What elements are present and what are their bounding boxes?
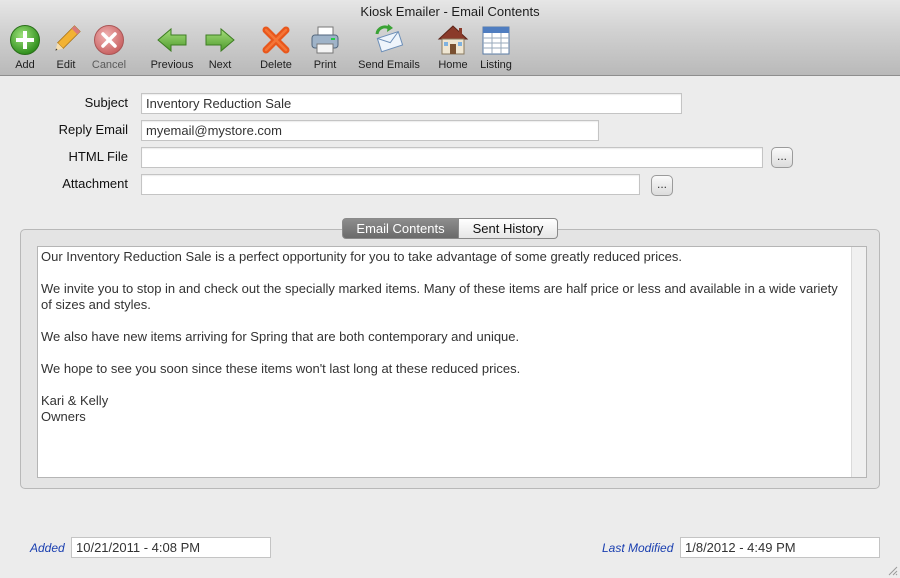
email-paragraph: We hope to see you soon since these item…	[41, 361, 521, 376]
reply-email-field[interactable]	[141, 120, 599, 141]
attachment-field[interactable]	[141, 174, 640, 195]
cancel-button-label: Cancel	[91, 59, 127, 71]
home-icon	[437, 25, 469, 55]
attachment-label: Attachment	[62, 176, 128, 191]
email-body-scrollbar[interactable]	[851, 247, 866, 477]
edit-button-label: Edit	[56, 59, 76, 71]
tab-sent-history[interactable]: Sent History	[459, 218, 558, 239]
email-signature-line: Kari & Kelly	[41, 393, 109, 408]
email-paragraph: We also have new items arriving for Spri…	[41, 329, 520, 344]
subject-label: Subject	[84, 95, 128, 110]
tab-bar: Email Contents Sent History	[342, 218, 558, 239]
listing-icon	[482, 26, 510, 55]
added-label: Added	[30, 541, 65, 555]
tab-email-contents[interactable]: Email Contents	[342, 218, 459, 239]
email-body-editor[interactable]: Our Inventory Reduction Sale is a perfec…	[37, 246, 867, 478]
subject-field[interactable]	[141, 93, 682, 114]
print-icon	[311, 26, 339, 54]
delete-button-label: Delete	[260, 59, 292, 71]
window-title: Kiosk Emailer - Email Contents	[360, 4, 540, 19]
home-button[interactable]: Home	[434, 24, 472, 74]
cancel-icon	[94, 25, 124, 55]
cancel-button[interactable]: Cancel	[88, 24, 130, 74]
edit-button[interactable]: Edit	[46, 24, 86, 74]
home-button-label: Home	[438, 59, 468, 71]
email-paragraph: Our Inventory Reduction Sale is a perfec…	[41, 249, 682, 264]
add-button-label: Add	[15, 59, 35, 71]
resize-grip-icon[interactable]	[886, 564, 898, 576]
send-emails-icon	[375, 24, 404, 53]
email-signature-line: Owners	[41, 409, 86, 424]
email-paragraph: We invite you to stop in and check out t…	[41, 281, 838, 312]
send-emails-button[interactable]: Send Emails	[354, 24, 424, 74]
listing-button-label: Listing	[480, 59, 512, 71]
print-button[interactable]: Print	[306, 24, 344, 74]
listing-button[interactable]: Listing	[476, 24, 516, 74]
window-titlebar: Kiosk Emailer - Email Contents Add Edit	[0, 0, 900, 76]
edit-icon	[55, 25, 81, 51]
html-file-field[interactable]	[141, 147, 763, 168]
next-button[interactable]: Next	[200, 24, 240, 74]
previous-button-label: Previous	[150, 59, 194, 71]
delete-button[interactable]: Delete	[255, 24, 297, 74]
reply-email-label: Reply Email	[58, 122, 128, 137]
last-modified-label: Last Modified	[602, 541, 674, 555]
next-button-label: Next	[208, 59, 232, 71]
previous-icon	[157, 27, 187, 53]
html-file-browse-button[interactable]: ...	[771, 147, 793, 168]
html-file-label: HTML File	[68, 149, 128, 164]
last-modified-value: 1/8/2012 - 4:49 PM	[680, 537, 880, 558]
email-body-text[interactable]: Our Inventory Reduction Sale is a perfec…	[41, 249, 849, 425]
next-icon	[205, 27, 235, 53]
attachment-browse-button[interactable]: ...	[651, 175, 673, 196]
added-value: 10/21/2011 - 4:08 PM	[71, 537, 271, 558]
previous-button[interactable]: Previous	[149, 24, 195, 74]
print-button-label: Print	[313, 59, 337, 71]
delete-icon	[262, 26, 290, 54]
add-button[interactable]: Add	[4, 24, 46, 74]
send-emails-button-label: Send Emails	[358, 59, 420, 71]
add-icon	[10, 25, 40, 55]
